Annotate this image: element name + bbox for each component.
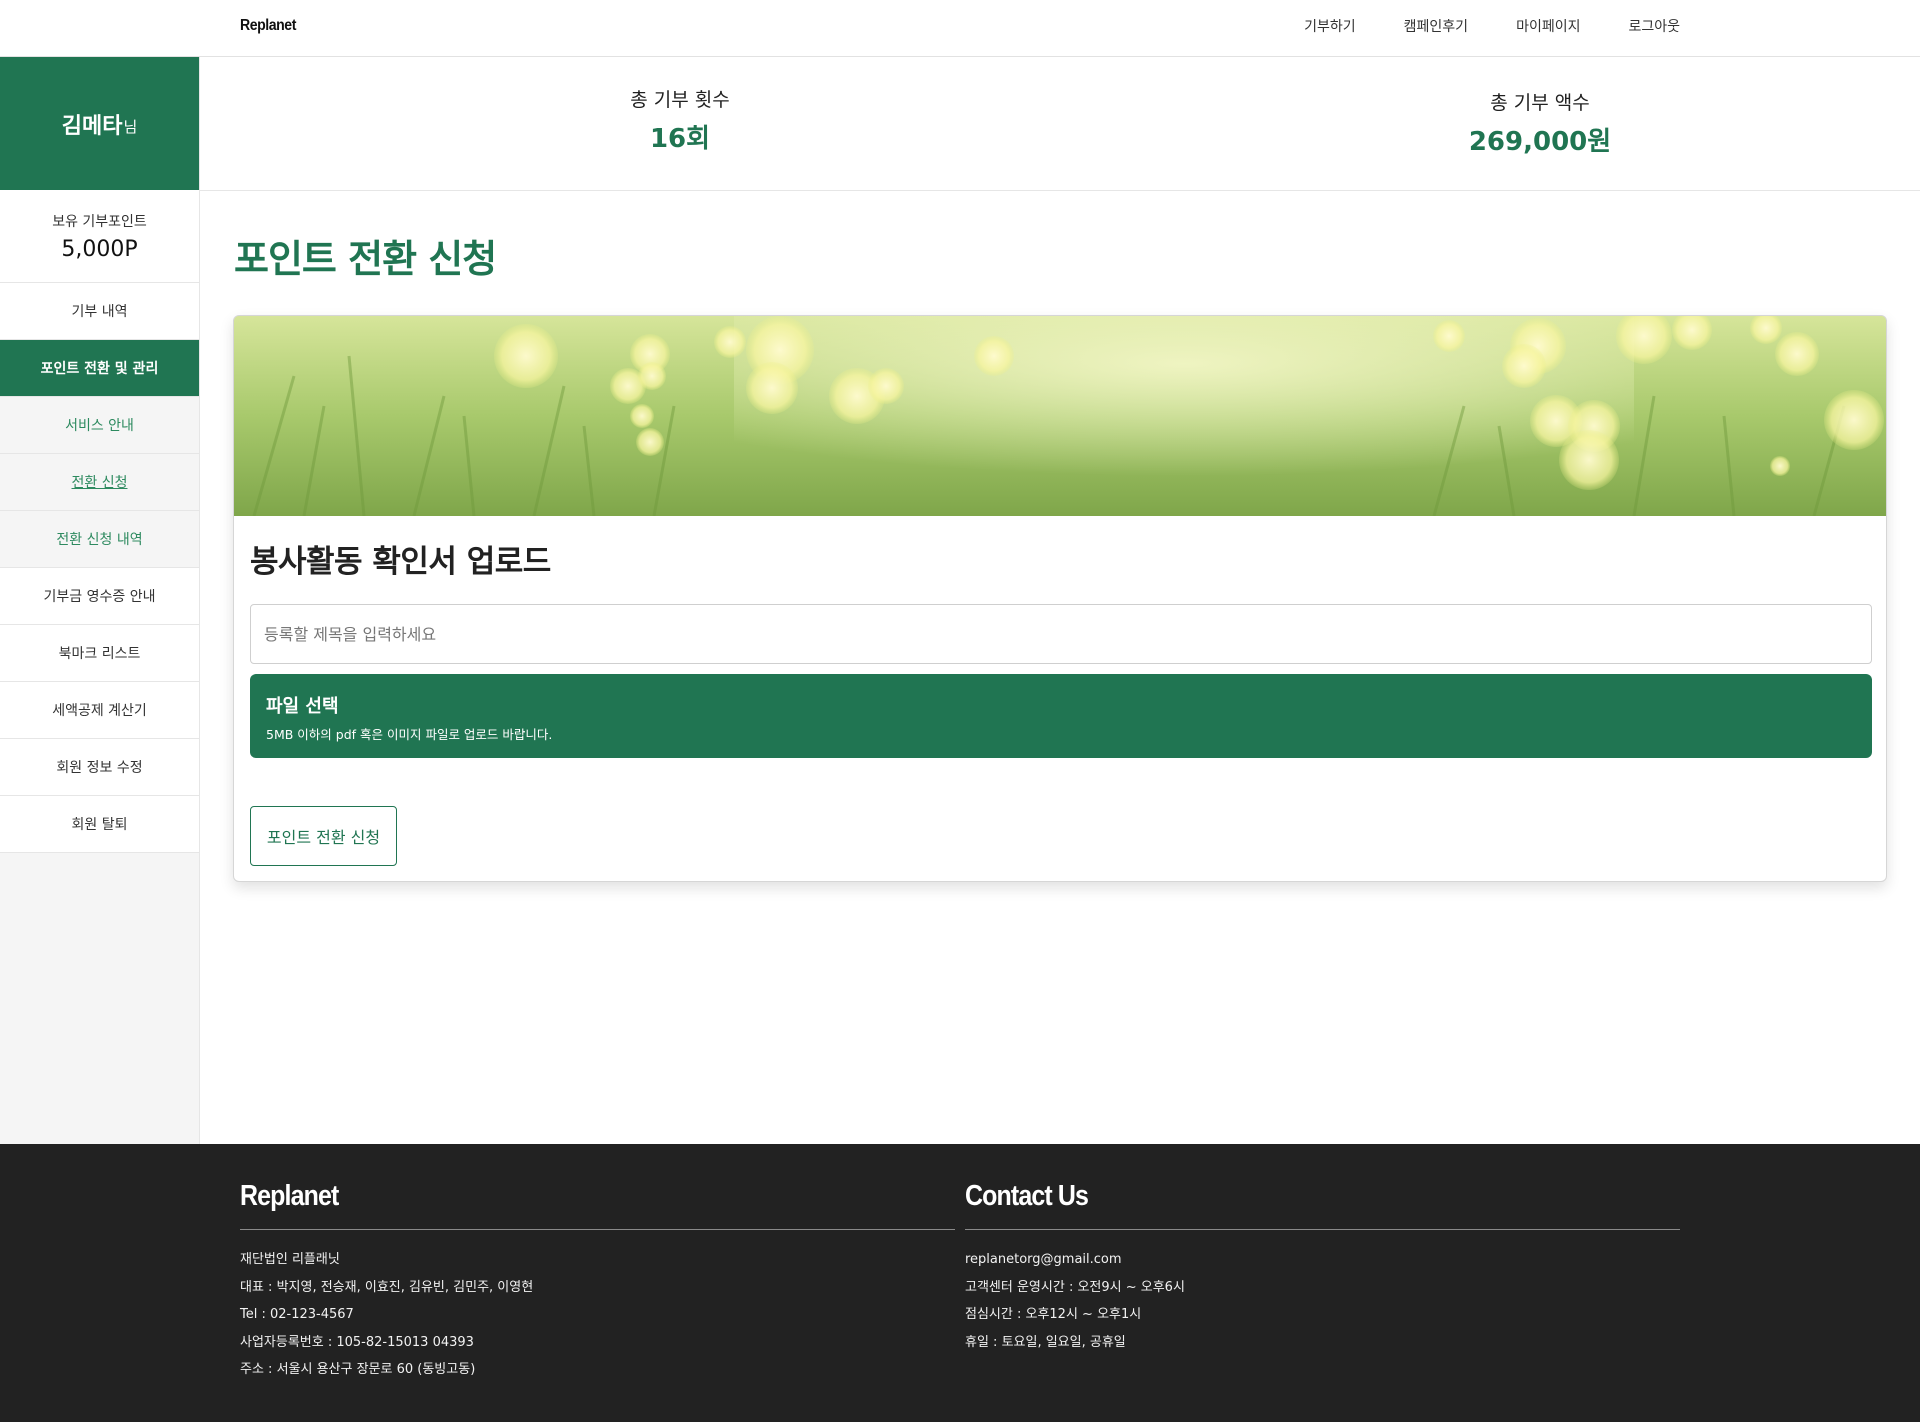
top-nav: Replanet 기부하기 캠페인후기 마이페이지 로그아웃: [0, 0, 1920, 57]
sidebar-item-donation-history[interactable]: 기부 내역: [0, 283, 199, 340]
nav-campaign-reviews[interactable]: 캠페인후기: [1404, 16, 1468, 36]
donation-count-label: 총 기부 횟수: [630, 89, 730, 111]
user-box: 김메타 님: [0, 57, 199, 190]
user-suffix: 님: [123, 118, 138, 136]
footer-brand: Replanet: [240, 1180, 339, 1212]
page-title: 포인트 전환 신청: [234, 237, 497, 281]
brand-logo[interactable]: Replanet: [240, 17, 296, 35]
sidebar-item-edit-profile[interactable]: 회원 정보 수정: [0, 739, 199, 796]
banner-image: [234, 316, 1886, 516]
sidebar-item-label: 북마크 리스트: [58, 646, 141, 662]
sidebar-item-conversion-request[interactable]: 전환 신청: [0, 454, 199, 511]
points-value: 5,000P: [61, 236, 138, 262]
sidebar-item-label: 회원 탈퇴: [71, 817, 128, 833]
nav-links: 기부하기 캠페인후기 마이페이지 로그아웃: [1256, 16, 1680, 36]
footer-line: 대표 : 박지영, 전승재, 이효진, 김유빈, 김민주, 이영현: [240, 1279, 534, 1295]
sidebar-item-bookmarks[interactable]: 북마크 리스트: [0, 625, 199, 682]
donation-count-value: 16회: [649, 124, 711, 154]
footer-line: 재단법인 리플래닛: [240, 1252, 340, 1267]
sidebar-item-label: 전환 신청: [71, 475, 128, 491]
sidebar-item-tax-calculator[interactable]: 세액공제 계산기: [0, 682, 199, 739]
footer-line: 고객센터 운영시간 : 오전9시 ~ 오후6시: [965, 1279, 1185, 1295]
footer-divider: [965, 1229, 1680, 1230]
user-name: 김메타: [61, 113, 123, 139]
footer-company-info: Replanet 재단법인 리플래닛 대표 : 박지영, 전승재, 이효진, 김…: [240, 1180, 955, 1384]
footer-line: 휴일 : 토요일, 일요일, 공휴일: [965, 1334, 1126, 1350]
sidebar-item-label: 전환 신청 내역: [56, 532, 143, 548]
upload-card: 봉사활동 확인서 업로드 파일 선택 5MB 이하의 pdf 혹은 이미지 파일…: [233, 315, 1887, 882]
nav-logout[interactable]: 로그아웃: [1628, 16, 1680, 36]
points-label: 보유 기부포인트: [52, 213, 147, 230]
sidebar-item-label: 서비스 안내: [65, 418, 134, 434]
donation-amount-stat: 총 기부 액수 269,000원: [1390, 88, 1690, 158]
sidebar-item-label: 기부 내역: [71, 304, 128, 320]
footer: Replanet 재단법인 리플래닛 대표 : 박지영, 전승재, 이효진, 김…: [0, 1144, 1920, 1422]
footer-line: 주소 : 서울시 용산구 장문로 60 (동빙고동): [240, 1362, 476, 1377]
sidebar-item-label: 포인트 전환 및 관리: [40, 361, 159, 377]
nav-mypage[interactable]: 마이페이지: [1516, 16, 1580, 36]
sidebar-item-label: 기부금 영수증 안내: [43, 589, 156, 605]
donation-count-stat: 총 기부 횟수 16회: [530, 85, 830, 155]
points-box: 보유 기부포인트 5,000P: [0, 190, 199, 283]
footer-line: Tel : 02-123-4567: [240, 1307, 354, 1322]
sidebar-item-point-management[interactable]: 포인트 전환 및 관리: [0, 340, 199, 397]
footer-contact-heading: Contact Us: [965, 1180, 1089, 1212]
footer-line: 점심시간 : 오후12시 ~ 오후1시: [965, 1307, 1142, 1322]
file-select-title: 파일 선택: [266, 696, 339, 717]
donation-stats: 총 기부 횟수 16회 총 기부 액수 269,000원: [200, 57, 1920, 191]
sidebar-item-label: 세액공제 계산기: [52, 703, 147, 719]
sidebar-item-withdraw[interactable]: 회원 탈퇴: [0, 796, 199, 853]
footer-line: replanetorg@gmail.com: [965, 1252, 1122, 1267]
sidebar-item-service-guide[interactable]: 서비스 안내: [0, 397, 199, 454]
sidebar: 김메타 님 보유 기부포인트 5,000P 기부 내역 포인트 전환 및 관리 서…: [0, 57, 200, 1144]
sidebar-item-receipt-guide[interactable]: 기부금 영수증 안내: [0, 568, 199, 625]
nav-donate[interactable]: 기부하기: [1304, 16, 1356, 36]
file-select-button[interactable]: 파일 선택 5MB 이하의 pdf 혹은 이미지 파일로 업로드 바랍니다.: [250, 674, 1872, 758]
point-conversion-submit-button[interactable]: 포인트 전환 신청: [250, 806, 397, 866]
footer-divider: [240, 1229, 955, 1230]
sidebar-item-conversion-history[interactable]: 전환 신청 내역: [0, 511, 199, 568]
donation-amount-label: 총 기부 액수: [1490, 92, 1590, 114]
title-input[interactable]: [250, 604, 1872, 664]
footer-contact: Contact Us replanetorg@gmail.com 고객센터 운영…: [965, 1180, 1680, 1356]
bokeh-grass-image: [234, 316, 1886, 516]
sidebar-item-label: 회원 정보 수정: [56, 760, 143, 776]
file-select-description: 5MB 이하의 pdf 혹은 이미지 파일로 업로드 바랍니다.: [266, 727, 553, 742]
donation-amount-value: 269,000원: [1468, 127, 1612, 157]
footer-line: 사업자등록번호 : 105-82-15013 04393: [240, 1334, 474, 1350]
card-title: 봉사활동 확인서 업로드: [250, 544, 551, 580]
